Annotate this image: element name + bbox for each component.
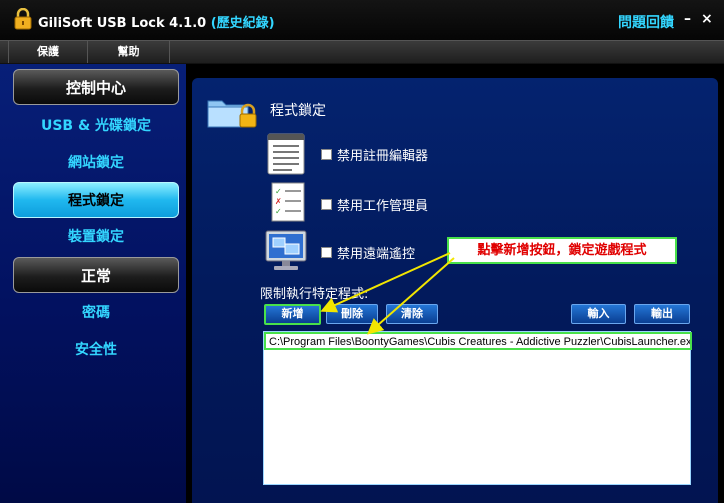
- app-title: GiliSoft USB Lock 4.1.0 (歷史紀錄): [38, 12, 275, 31]
- folder-lock-icon: [207, 100, 257, 128]
- export-button[interactable]: 輸出: [634, 304, 690, 324]
- option-disable-task-manager[interactable]: 禁用工作管理員: [321, 195, 428, 214]
- nav-device-lock[interactable]: 裝置鎖定: [13, 219, 179, 255]
- nav-program-lock[interactable]: 程式鎖定: [13, 182, 179, 218]
- remote-screen-icon: [265, 230, 307, 270]
- page-title: 程式鎖定: [270, 103, 326, 119]
- svg-text:✓: ✓: [275, 187, 282, 196]
- app-name: GiliSoft USB Lock 4.1.0: [38, 16, 207, 31]
- clear-button[interactable]: 清除: [386, 304, 438, 324]
- sidebar: 控制中心 USB & 光碟鎖定 網站鎖定 程式鎖定 裝置鎖定 正常 密碼 安全性: [0, 64, 186, 503]
- nav-security[interactable]: 安全性: [13, 332, 179, 368]
- nav-password[interactable]: 密碼: [13, 295, 179, 331]
- checkbox-disable-remote-control[interactable]: [321, 247, 332, 258]
- section-control-center[interactable]: 控制中心: [13, 69, 179, 105]
- minimize-button[interactable]: –: [684, 11, 691, 27]
- program-list[interactable]: C:\Program Files\BoontyGames\Cubis Creat…: [263, 331, 692, 485]
- section-normal[interactable]: 正常: [13, 257, 179, 293]
- checkbox-disable-task-manager[interactable]: [321, 199, 332, 210]
- registry-icon: [267, 133, 305, 175]
- app-edition: (歷史紀錄): [210, 16, 275, 31]
- annotation-callout: 點擊新增按鈕，鎖定遊戲程式: [447, 237, 677, 264]
- import-button[interactable]: 輸入: [571, 304, 626, 324]
- menu-help[interactable]: 幫助: [88, 41, 170, 63]
- restrict-programs-label: 限制執行特定程式:: [260, 287, 369, 302]
- option-label: 禁用工作管理員: [337, 199, 429, 214]
- delete-button[interactable]: 刪除: [326, 304, 378, 324]
- svg-text:✓: ✓: [275, 207, 282, 216]
- title-bar: GiliSoft USB Lock 4.1.0 (歷史紀錄) 問題回饋 – ×: [0, 0, 724, 40]
- svg-text:✗: ✗: [275, 197, 282, 206]
- nav-website-lock[interactable]: 網站鎖定: [13, 145, 179, 181]
- menu-bar: 保護 幫助: [0, 40, 724, 64]
- close-button[interactable]: ×: [701, 11, 713, 27]
- option-label: 禁用遠端遙控: [337, 247, 416, 262]
- nav-usb-disc-lock[interactable]: USB & 光碟鎖定: [13, 108, 179, 144]
- feedback-link[interactable]: 問題回饋: [618, 12, 674, 32]
- checkbox-disable-registry[interactable]: [321, 149, 332, 160]
- menu-protect[interactable]: 保護: [8, 41, 88, 63]
- task-list-icon: ✓✗✓: [271, 182, 305, 222]
- list-item[interactable]: C:\Program Files\BoontyGames\Cubis Creat…: [264, 332, 692, 350]
- option-disable-registry[interactable]: 禁用註冊編輯器: [321, 145, 428, 164]
- option-disable-remote-control[interactable]: 禁用遠端遙控: [321, 243, 415, 262]
- add-button[interactable]: 新增: [264, 304, 321, 325]
- option-label: 禁用註冊編輯器: [337, 149, 429, 164]
- lock-icon: [14, 8, 32, 30]
